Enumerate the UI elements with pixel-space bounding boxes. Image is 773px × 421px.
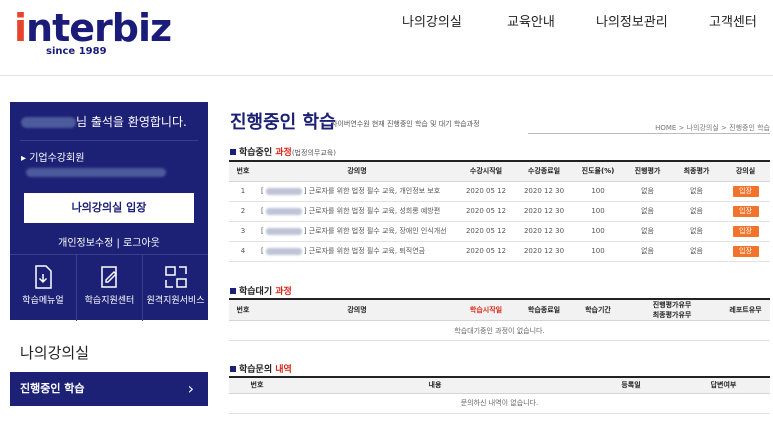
col-content: 내용 bbox=[285, 376, 585, 394]
waiting-courses-table: 번호 강의명 학습시작일 학습종료일 학습기간 진행평가유무 최종평가유무 레포트… bbox=[229, 298, 771, 341]
remote-support-link[interactable]: 원격지원서비스 bbox=[142, 255, 208, 321]
empty-message: 문의하신 내역이 없습니다. bbox=[229, 393, 770, 414]
redacted-text bbox=[265, 227, 302, 235]
col-answered: 답변여부 bbox=[677, 376, 770, 394]
header: interbiz since 1989 나의강의실 교육안내 나의정보관리 고객… bbox=[0, 0, 773, 76]
logo-since: since 1989 bbox=[46, 46, 107, 57]
nav-my-classroom[interactable]: 나의강의실 bbox=[402, 11, 462, 30]
member-name-redacted bbox=[21, 117, 76, 128]
support-center-label: 학습지원센터 bbox=[84, 296, 135, 306]
col-no: 번호 bbox=[229, 160, 257, 182]
table-header-row: 번호 내용 등록일 답변여부 bbox=[229, 376, 770, 394]
remote-screen-icon bbox=[164, 266, 187, 288]
col-no: 번호 bbox=[229, 298, 257, 321]
page: interbiz since 1989 나의강의실 교육안내 나의정보관리 고객… bbox=[0, 0, 773, 421]
member-panel: 님 출석을 환영합니다. ▸ 기업수강회원 나의강의실 입장 개인정보수정 | … bbox=[10, 102, 208, 321]
ongoing-section-heading: 학습중인 과정(법정의무교육) bbox=[230, 145, 336, 158]
course-title[interactable]: [] 근로자를 위한 법정 필수 교육, 장애인 인식개선 bbox=[257, 221, 457, 242]
col-start-date: 수강시작일 bbox=[457, 160, 515, 182]
account-links[interactable]: 개인정보수정 | 로그아웃 bbox=[10, 234, 208, 249]
divider bbox=[20, 140, 198, 141]
page-subtitle: 사이버연수원 현재 진행중인 학습 및 대기 학습과정 bbox=[331, 120, 480, 128]
menu-ongoing-label: 진행중인 학습 bbox=[20, 382, 85, 395]
square-bullet-icon bbox=[230, 366, 236, 372]
nav-my-info[interactable]: 나의정보관리 bbox=[596, 11, 668, 30]
square-bullet-icon bbox=[230, 149, 236, 155]
page-title: 진행중인 학습 bbox=[230, 112, 336, 133]
remote-support-label: 원격지원서비스 bbox=[146, 296, 205, 306]
empty-message: 학습대기중인 과정이 없습니다. bbox=[229, 320, 771, 341]
welcome-message: 님 출석을 환영합니다. bbox=[21, 113, 201, 130]
course-title[interactable]: [] 근로자를 위한 법정 필수 교육, 퇴직연금 bbox=[257, 241, 457, 262]
col-progress: 진도율(%) bbox=[573, 160, 623, 182]
chevron-right-icon: › bbox=[187, 379, 194, 398]
col-report: 레포트유무 bbox=[721, 298, 771, 321]
col-course-name: 강의명 bbox=[257, 298, 457, 321]
col-end-date: 수강종료일 bbox=[515, 160, 573, 182]
col-no: 번호 bbox=[229, 376, 285, 394]
enter-button[interactable]: 입장 bbox=[732, 245, 759, 257]
table-header-row: 번호 강의명 학습시작일 학습종료일 학습기간 진행평가유무 최종평가유무 레포트… bbox=[229, 298, 771, 321]
divider bbox=[528, 133, 770, 134]
member-type-label: ▸ 기업수강회원 bbox=[21, 153, 85, 164]
square-bullet-icon bbox=[230, 288, 236, 294]
col-eval: 진행평가 bbox=[623, 160, 672, 182]
edit-doc-icon bbox=[100, 266, 117, 288]
col-classroom: 강의실 bbox=[721, 160, 770, 182]
col-date: 등록일 bbox=[585, 376, 677, 394]
welcome-text: 님 출석을 환영합니다. bbox=[76, 115, 187, 129]
my-classroom-heading: 나의강의실 bbox=[20, 344, 90, 362]
nav-customer-center[interactable]: 고객센터 bbox=[709, 11, 757, 30]
course-title[interactable]: [] 근로자를 위한 법정 필수 교육, 개인정보 보호 bbox=[257, 181, 457, 202]
inquiry-section-heading: 학습문의 내역 bbox=[230, 362, 292, 375]
support-center-link[interactable]: 학습지원센터 bbox=[76, 255, 142, 321]
main-nav: 나의강의실 교육안내 나의정보관리 고객센터 bbox=[0, 11, 773, 31]
breadcrumb: HOME > 나의강의실 > 진행중인 학습 bbox=[655, 124, 770, 132]
nav-education-info[interactable]: 교육안내 bbox=[507, 11, 555, 30]
manual-label: 학습메뉴얼 bbox=[22, 296, 64, 306]
table-row: 3 [] 근로자를 위한 법정 필수 교육, 장애인 인식개선 2020 05 … bbox=[229, 221, 770, 242]
col-eval-flags: 진행평가유무 최종평가유무 bbox=[623, 298, 722, 321]
col-final-eval: 최종평가 bbox=[672, 160, 721, 182]
table-row: 1 [] 근로자를 위한 법정 필수 교육, 개인정보 보호 2020 05 1… bbox=[229, 181, 770, 202]
support-icons: 학습메뉴얼 학습지원센터 원격지원서비스 bbox=[10, 254, 208, 321]
table-row: 2 [] 근로자를 위한 법정 필수 교육, 성희롱 예방편 2020 05 1… bbox=[229, 201, 770, 222]
download-doc-icon bbox=[35, 265, 52, 289]
redacted-text bbox=[265, 207, 302, 215]
ongoing-courses-table: 번호 강의명 수강시작일 수강종료일 진도율(%) 진행평가 최종평가 강의실 … bbox=[229, 160, 770, 262]
enter-classroom-button[interactable]: 나의강의실 입장 bbox=[24, 193, 194, 223]
enter-button[interactable]: 입장 bbox=[732, 225, 759, 237]
col-start-date[interactable]: 학습시작일 bbox=[457, 298, 515, 321]
table-row: 문의하신 내역이 없습니다. bbox=[229, 393, 770, 414]
member-id-redacted bbox=[26, 168, 166, 177]
col-end-date: 학습종료일 bbox=[515, 298, 573, 321]
redacted-text bbox=[265, 247, 302, 255]
table-row: 4 [] 근로자를 위한 법정 필수 교육, 퇴직연금 2020 05 12 2… bbox=[229, 241, 770, 262]
col-course-name: 강의명 bbox=[257, 160, 457, 182]
waiting-section-heading: 학습대기 과정 bbox=[230, 284, 292, 297]
inquiry-table: 번호 내용 등록일 답변여부 문의하신 내역이 없습니다. bbox=[229, 376, 770, 414]
col-period: 학습기간 bbox=[573, 298, 623, 321]
redacted-text bbox=[265, 187, 302, 195]
table-row: 학습대기중인 과정이 없습니다. bbox=[229, 320, 771, 341]
enter-button[interactable]: 입장 bbox=[732, 205, 759, 217]
table-header-row: 번호 강의명 수강시작일 수강종료일 진도율(%) 진행평가 최종평가 강의실 bbox=[229, 160, 770, 182]
course-title[interactable]: [] 근로자를 위한 법정 필수 교육, 성희롱 예방편 bbox=[257, 201, 457, 222]
manual-link[interactable]: 학습메뉴얼 bbox=[10, 255, 76, 321]
menu-ongoing-learning[interactable]: 진행중인 학습 › bbox=[10, 372, 208, 406]
enter-button[interactable]: 입장 bbox=[732, 185, 759, 197]
